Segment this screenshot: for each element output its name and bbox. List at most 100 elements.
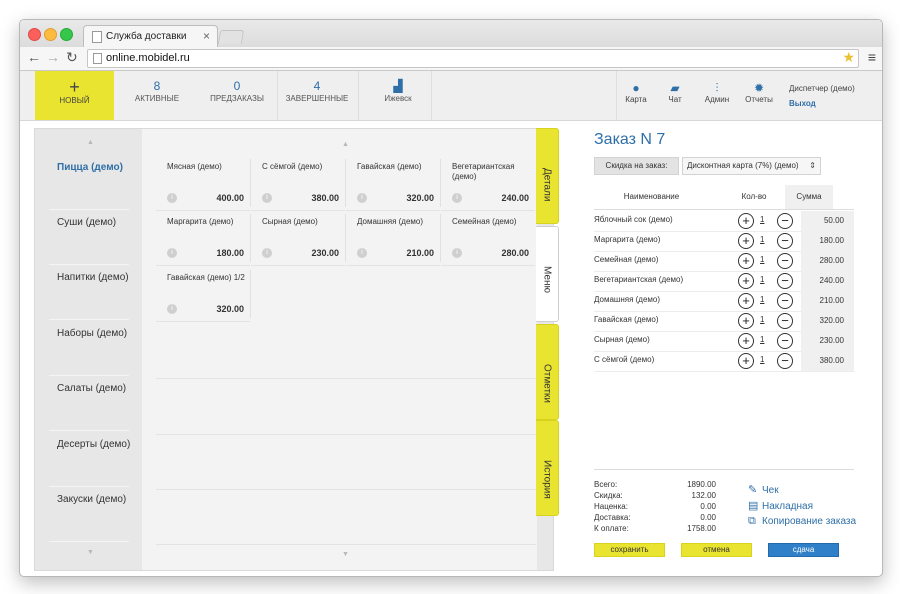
scroll-up-icon[interactable]: ▲ xyxy=(342,141,349,148)
info-icon[interactable]: i xyxy=(167,193,177,203)
order-item-qty[interactable]: 1 xyxy=(760,335,764,344)
category-item[interactable]: Пицца (демо) xyxy=(57,162,131,173)
product-card[interactable]: Мясная (демо) i 400.00 xyxy=(156,157,250,211)
plus-icon: + xyxy=(69,77,80,97)
tab-history[interactable]: История xyxy=(536,420,559,516)
plus-circle-icon[interactable]: + xyxy=(738,293,754,309)
scroll-down-icon[interactable]: ▼ xyxy=(342,551,349,558)
bookmark-star-icon[interactable]: ★ xyxy=(842,49,855,66)
info-icon[interactable]: i xyxy=(262,193,272,203)
category-item[interactable]: Закуски (демо) xyxy=(57,494,131,505)
info-icon[interactable]: i xyxy=(452,248,462,258)
minus-circle-icon[interactable]: − xyxy=(777,333,793,349)
minimize-window-icon[interactable] xyxy=(44,28,57,41)
maximize-window-icon[interactable] xyxy=(60,28,73,41)
dispatcher-name: Диспетчер (демо) xyxy=(789,84,855,93)
product-card[interactable]: Домашняя (демо) i 210.00 xyxy=(346,212,440,266)
info-icon[interactable]: i xyxy=(167,248,177,258)
browser-menu-icon[interactable]: ≡ xyxy=(868,49,876,65)
minus-circle-icon[interactable]: − xyxy=(777,213,793,229)
map-button[interactable]: ● Карта xyxy=(621,81,651,104)
info-icon[interactable]: i xyxy=(357,193,367,203)
info-icon[interactable]: i xyxy=(357,248,367,258)
back-arrow-icon[interactable]: ← xyxy=(27,49,41,65)
side-tabs: Детали Меню Отметки История xyxy=(536,128,566,569)
minus-circle-icon[interactable]: − xyxy=(777,273,793,289)
product-card[interactable]: Гавайская (демо) i 320.00 xyxy=(346,157,440,211)
info-icon[interactable]: i xyxy=(262,248,272,258)
order-item-qty[interactable]: 1 xyxy=(760,235,764,244)
order-item-sum: 210.00 xyxy=(801,291,854,311)
order-item-qty[interactable]: 1 xyxy=(760,215,764,224)
category-item[interactable]: Десерты (демо) xyxy=(57,439,131,450)
chat-button[interactable]: ▰ Чат xyxy=(663,81,687,104)
to-pay-label: К оплате: xyxy=(594,524,629,533)
plus-circle-icon[interactable]: + xyxy=(738,213,754,229)
product-card[interactable]: Семейная (демо) i 280.00 xyxy=(441,212,535,266)
order-item-qty[interactable]: 1 xyxy=(760,315,764,324)
category-item[interactable]: Суши (демо) xyxy=(57,217,131,228)
minus-circle-icon[interactable]: − xyxy=(777,353,793,369)
product-name: Мясная (демо) xyxy=(167,162,222,171)
copy-order-link[interactable]: ⧉ Копирование заказа xyxy=(748,515,856,528)
save-button[interactable]: сохранить xyxy=(594,543,665,557)
order-item-qty[interactable]: 1 xyxy=(760,295,764,304)
active-orders-tab[interactable]: 8 АКТИВНЫЕ xyxy=(132,79,182,103)
product-card[interactable]: Маргарита (демо) i 180.00 xyxy=(156,212,250,266)
browser-tab[interactable]: Служба доставки × xyxy=(83,25,218,48)
product-card[interactable]: Вегетариантская (демо) i 240.00 xyxy=(441,157,535,211)
tab-menu[interactable]: Меню xyxy=(536,226,559,322)
reports-label: Отчеты xyxy=(745,95,773,104)
tab-details[interactable]: Детали xyxy=(536,128,559,224)
preorders-tab[interactable]: 0 ПРЕДЗАКАЗЫ xyxy=(207,79,267,103)
product-card[interactable]: Сырная (демо) i 230.00 xyxy=(251,212,345,266)
product-card[interactable]: С сёмгой (демо) i 380.00 xyxy=(251,157,345,211)
plus-circle-icon[interactable]: + xyxy=(738,233,754,249)
scroll-down-icon[interactable]: ▼ xyxy=(87,549,94,556)
minus-circle-icon[interactable]: − xyxy=(777,233,793,249)
new-order-button[interactable]: + НОВЫЙ xyxy=(35,71,114,120)
reports-button[interactable]: ✹ Отчеты xyxy=(743,81,775,104)
change-button[interactable]: сдача xyxy=(768,543,839,557)
receipt-link[interactable]: ✎ Чек xyxy=(748,483,779,496)
scroll-up-icon[interactable]: ▲ xyxy=(87,139,94,146)
info-icon[interactable]: i xyxy=(452,193,462,203)
order-item-name: Маргарита (демо) xyxy=(594,235,661,244)
info-icon[interactable]: i xyxy=(167,304,177,314)
url-field[interactable]: online.mobidel.ru xyxy=(87,49,859,68)
product-card[interactable]: Гавайская (демо) 1/2 i 320.00 xyxy=(156,268,250,322)
minus-circle-icon[interactable]: − xyxy=(777,253,793,269)
order-item-qty[interactable]: 1 xyxy=(760,255,764,264)
tab-marks[interactable]: Отметки xyxy=(536,324,559,420)
new-tab-button[interactable] xyxy=(217,30,245,44)
close-window-icon[interactable] xyxy=(28,28,41,41)
minus-circle-icon[interactable]: − xyxy=(777,293,793,309)
logout-link[interactable]: Выход xyxy=(789,99,816,108)
plus-circle-icon[interactable]: + xyxy=(738,313,754,329)
divider xyxy=(156,434,536,435)
divider xyxy=(49,264,129,265)
category-item[interactable]: Напитки (демо) xyxy=(57,272,131,283)
category-item[interactable]: Наборы (демо) xyxy=(57,328,131,339)
plus-circle-icon[interactable]: + xyxy=(738,333,754,349)
app-toolbar: + НОВЫЙ 8 АКТИВНЫЕ 0 ПРЕДЗАКАЗЫ 4 ЗАВЕРШ… xyxy=(20,71,882,121)
category-item[interactable]: Салаты (демо) xyxy=(57,383,131,394)
minus-circle-icon[interactable]: − xyxy=(777,313,793,329)
order-panel: Заказ N 7 Скидка на заказ: Дисконтная ка… xyxy=(590,128,858,569)
invoice-link[interactable]: ▤ Накладная xyxy=(748,499,813,512)
city-selector[interactable]: ▟ Ижевск xyxy=(376,79,420,103)
tab-menu-label: Меню xyxy=(541,266,553,294)
forward-arrow-icon[interactable]: → xyxy=(46,49,60,65)
order-item-qty[interactable]: 1 xyxy=(760,355,764,364)
cancel-button[interactable]: отмена xyxy=(681,543,752,557)
tab-close-icon[interactable]: × xyxy=(203,29,210,43)
plus-circle-icon[interactable]: + xyxy=(738,273,754,289)
completed-orders-tab[interactable]: 4 ЗАВЕРШЕННЫЕ xyxy=(284,79,350,103)
plus-circle-icon[interactable]: + xyxy=(738,353,754,369)
discount-select[interactable]: Дисконтная карта (7%) (демо) ⇕ xyxy=(682,157,821,175)
reload-icon[interactable]: ↻ xyxy=(66,49,78,66)
admin-button[interactable]: ⫶ Админ xyxy=(702,81,732,104)
order-item-qty[interactable]: 1 xyxy=(760,275,764,284)
plus-circle-icon[interactable]: + xyxy=(738,253,754,269)
product-price: 210.00 xyxy=(406,248,434,258)
